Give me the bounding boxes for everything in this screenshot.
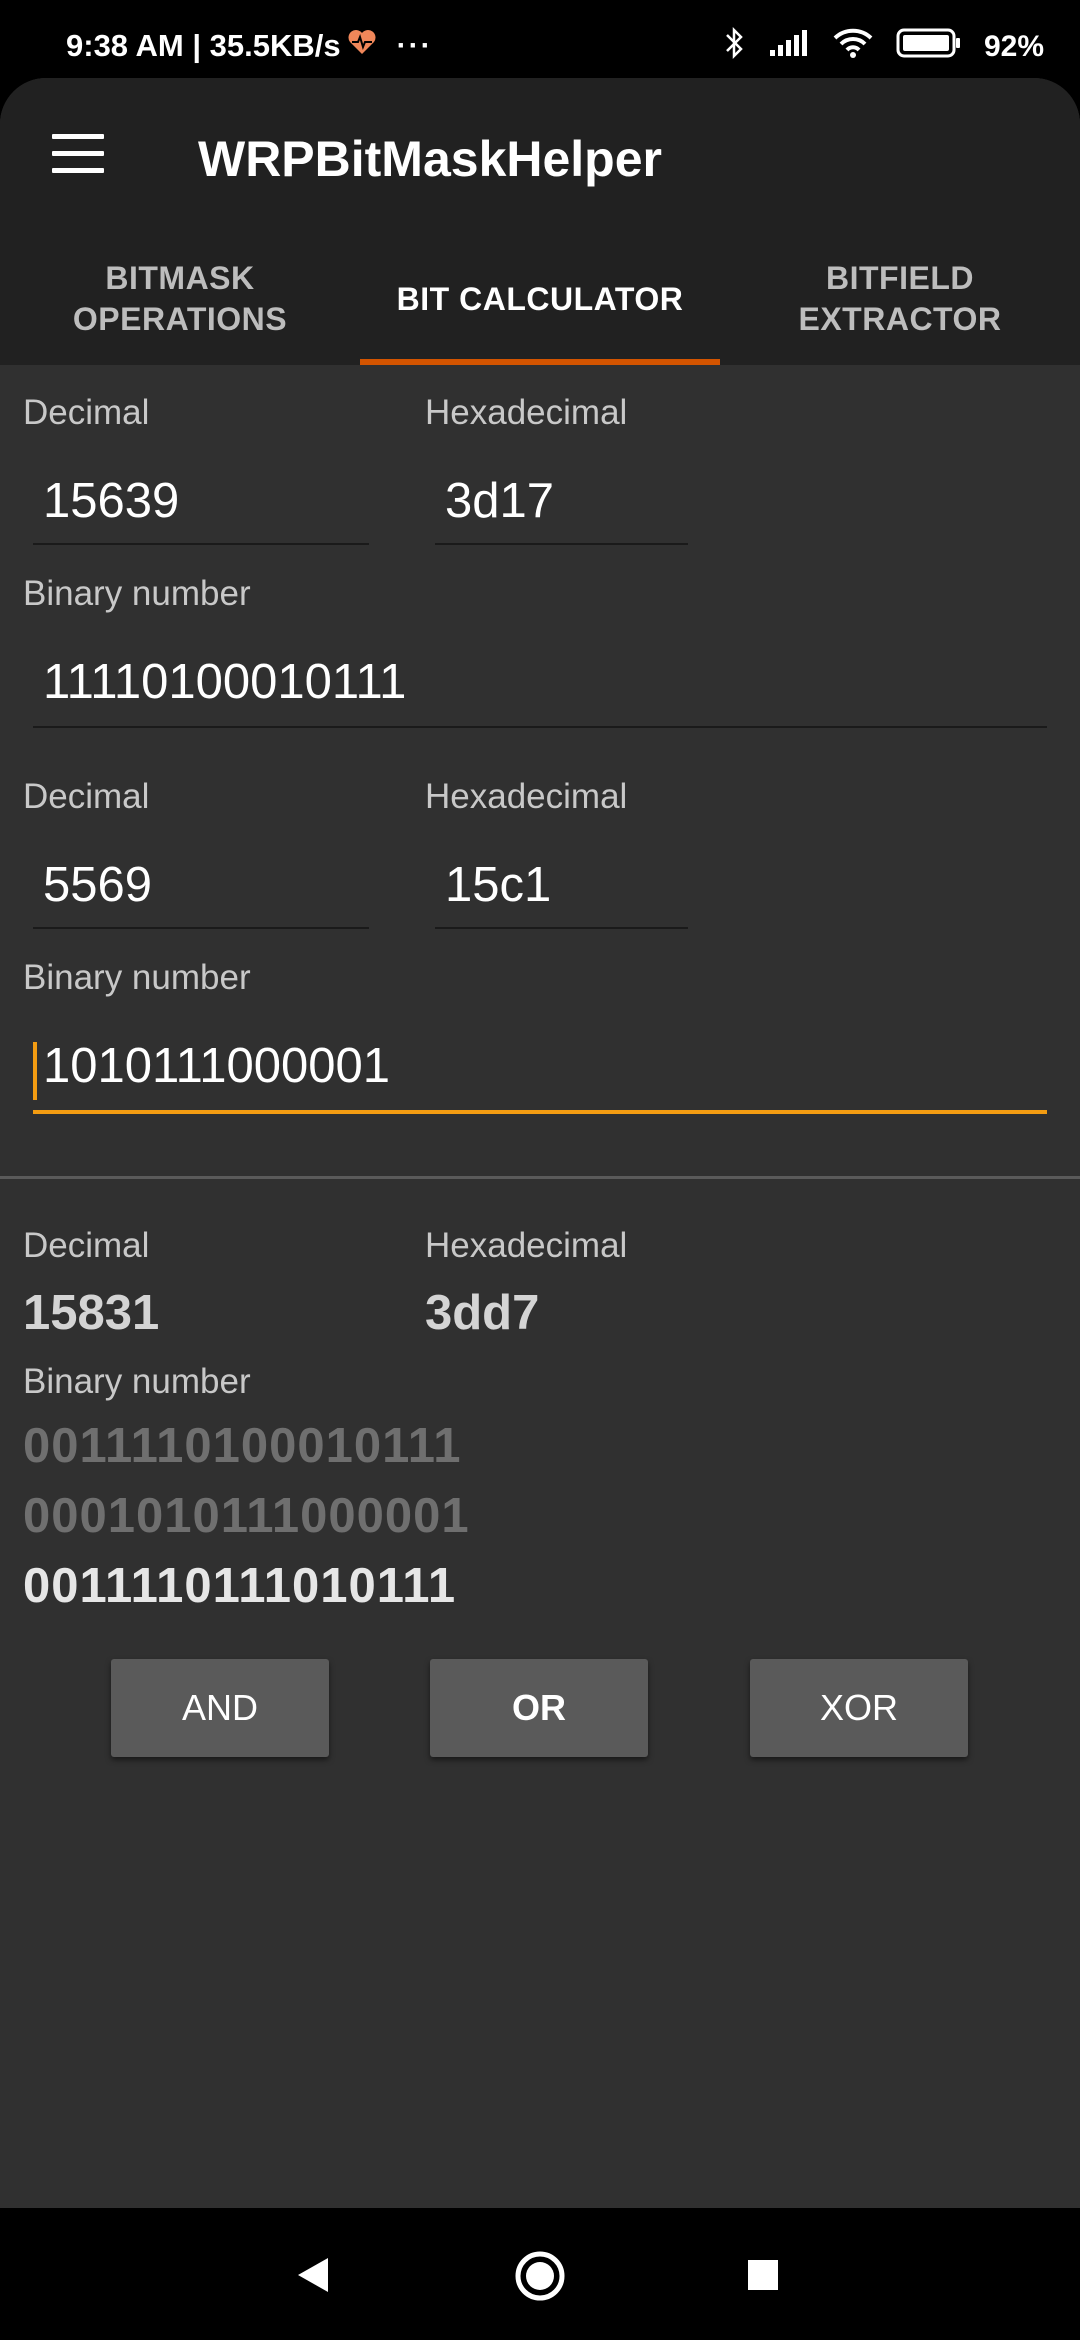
- system-nav-bar: [0, 2208, 1080, 2340]
- result-hex-value: 3dd7: [425, 1286, 540, 1340]
- result-decimal-label: Decimal: [23, 1226, 150, 1265]
- binary-operand2-line: 0001010111000001: [23, 1489, 470, 1543]
- home-circle-icon[interactable]: [514, 2250, 566, 2307]
- result-decimal-value: 15831: [23, 1286, 160, 1340]
- binary-operand1-line: 0011110100010111: [23, 1419, 462, 1473]
- operand2-decimal-field[interactable]: 5569: [33, 857, 369, 929]
- operand1-hex-field[interactable]: 3d17: [435, 473, 688, 545]
- tab-bar: BITMASK OPERATIONS BIT CALCULATOR BITFIE…: [0, 233, 1080, 365]
- operand2-decimal-label: Decimal: [23, 777, 150, 816]
- operand2-binary-field[interactable]: 1010111000001: [33, 1038, 1047, 1114]
- signal-icon: [768, 28, 810, 66]
- status-right: 92%: [724, 26, 1044, 68]
- operand1-binary-label: Binary number: [23, 574, 251, 613]
- operand2-hex-field[interactable]: 15c1: [435, 857, 688, 929]
- operand1-decimal-label: Decimal: [23, 393, 150, 432]
- tab-bitmask-operations[interactable]: BITMASK OPERATIONS: [0, 233, 360, 365]
- xor-button[interactable]: XOR: [750, 1659, 968, 1757]
- text-cursor: [33, 1042, 37, 1100]
- operand1-binary-field[interactable]: 11110100010111: [33, 654, 1047, 728]
- binary-result-line: 0011110111010111: [23, 1559, 457, 1613]
- tab-bitfield-extractor[interactable]: BITFIELD EXTRACTOR: [720, 233, 1080, 365]
- operand1-hex-label: Hexadecimal: [425, 393, 628, 432]
- section-divider: [0, 1176, 1080, 1179]
- operand2-binary-label: Binary number: [23, 958, 251, 997]
- battery-icon: [896, 27, 962, 67]
- wifi-icon: [832, 27, 874, 67]
- back-triangle-icon[interactable]: [296, 2256, 330, 2299]
- heart-icon: [347, 28, 377, 64]
- operand2-binary-value: 1010111000001: [43, 1039, 390, 1093]
- app-window: WRPBitMaskHelper BITMASK OPERATIONS BIT …: [0, 78, 1080, 2208]
- tab-bit-calculator[interactable]: BIT CALCULATOR: [360, 233, 720, 365]
- recents-square-icon[interactable]: [747, 2259, 779, 2296]
- app-toolbar: WRPBitMaskHelper: [0, 78, 1080, 233]
- or-button[interactable]: OR: [430, 1659, 648, 1757]
- hamburger-menu-icon[interactable]: [36, 114, 116, 194]
- more-notifications-icon: ···: [396, 29, 433, 62]
- result-hex-label: Hexadecimal: [425, 1226, 628, 1265]
- time-speed-text: 9:38 AM | 35.5KB/s: [66, 28, 341, 63]
- and-button[interactable]: AND: [111, 1659, 329, 1757]
- operand2-hex-label: Hexadecimal: [425, 777, 628, 816]
- battery-percent: 92%: [983, 30, 1044, 63]
- bluetooth-icon: [724, 26, 746, 68]
- status-left: 9:38 AM | 35.5KB/s ···: [66, 28, 433, 64]
- app-title: WRPBitMaskHelper: [198, 131, 662, 187]
- status-bar: 9:38 AM | 35.5KB/s ··· 92%: [0, 0, 1080, 78]
- result-binary-label: Binary number: [23, 1362, 251, 1401]
- operand1-decimal-field[interactable]: 15639: [33, 473, 369, 545]
